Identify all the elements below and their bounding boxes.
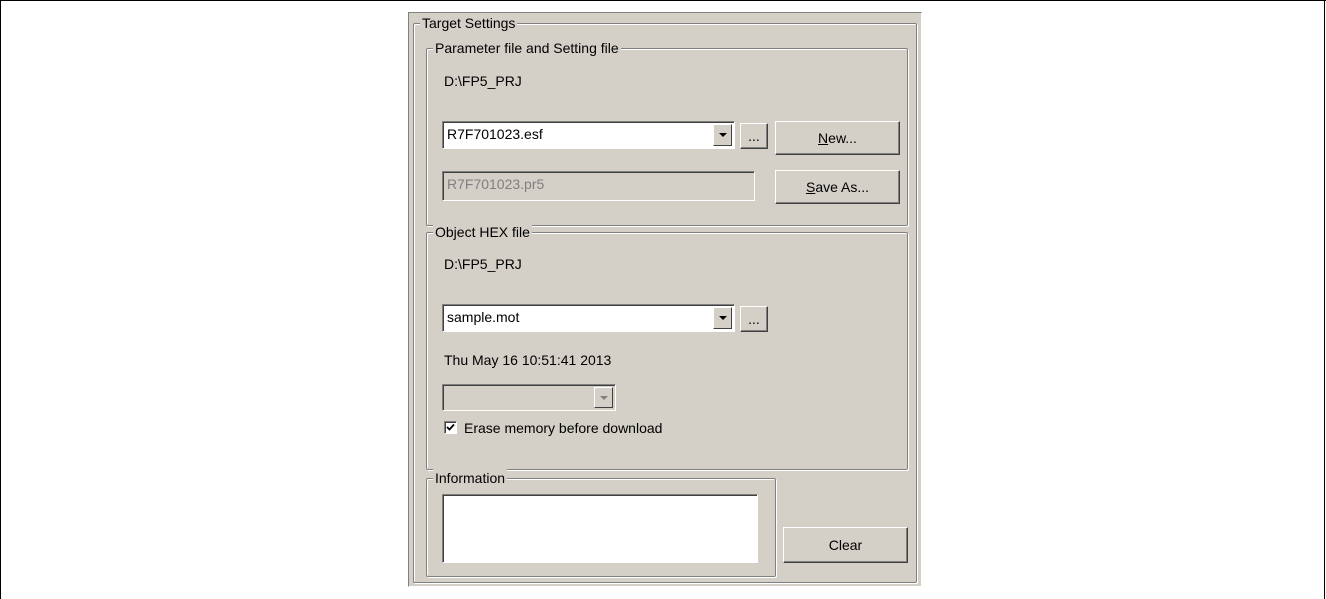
hex-file-group: Object HEX file D:\FP5_PRJ sample.mot ..… bbox=[426, 223, 908, 470]
parameter-file-value: R7F701023.esf bbox=[447, 126, 543, 142]
erase-memory-label[interactable]: Erase memory before download bbox=[464, 419, 662, 437]
parameter-browse-button[interactable]: ... bbox=[740, 123, 768, 149]
new-button-label: New... bbox=[818, 130, 857, 146]
save-as-button-label: Save As... bbox=[805, 179, 870, 195]
information-textbox[interactable] bbox=[442, 494, 758, 563]
setting-file-value: R7F701023.pr5 bbox=[447, 176, 545, 192]
target-settings-panel: Target Settings Parameter file and Setti… bbox=[408, 12, 922, 587]
chevron-down-icon bbox=[594, 387, 613, 408]
clear-button[interactable]: Clear bbox=[783, 527, 908, 563]
chevron-down-icon[interactable] bbox=[713, 307, 732, 329]
parameter-file-group: Parameter file and Setting file D:\FP5_P… bbox=[426, 39, 908, 226]
checkmark-icon bbox=[446, 423, 455, 431]
hex-file-select[interactable]: sample.mot bbox=[442, 304, 735, 332]
parameter-group-title: Parameter file and Setting file bbox=[433, 39, 621, 57]
erase-memory-checkbox[interactable] bbox=[444, 421, 457, 434]
hex-path-label: D:\FP5_PRJ bbox=[444, 256, 522, 272]
save-as-button[interactable]: Save As... bbox=[775, 170, 900, 204]
new-button[interactable]: New... bbox=[775, 121, 900, 155]
setting-file-field: R7F701023.pr5 bbox=[442, 171, 755, 201]
hex-group-title: Object HEX file bbox=[433, 223, 532, 241]
hex-file-value: sample.mot bbox=[447, 309, 520, 325]
parameter-path-label: D:\FP5_PRJ bbox=[444, 73, 522, 89]
clear-button-label: Clear bbox=[828, 537, 863, 553]
parameter-file-select[interactable]: R7F701023.esf bbox=[442, 121, 735, 149]
chevron-down-icon[interactable] bbox=[713, 124, 732, 146]
target-settings-group: Target Settings Parameter file and Setti… bbox=[413, 14, 917, 583]
information-title: Information bbox=[433, 469, 508, 487]
target-settings-title: Target Settings bbox=[420, 14, 518, 32]
frame-right-line bbox=[1324, 0, 1325, 599]
hex-browse-button[interactable]: ... bbox=[740, 306, 768, 332]
information-group: Information bbox=[426, 469, 776, 577]
hex-option-select bbox=[442, 384, 616, 411]
hex-timestamp: Thu May 16 10:51:41 2013 bbox=[444, 352, 612, 368]
frame-left-line bbox=[0, 0, 1, 599]
frame-top-line bbox=[0, 0, 1326, 1]
